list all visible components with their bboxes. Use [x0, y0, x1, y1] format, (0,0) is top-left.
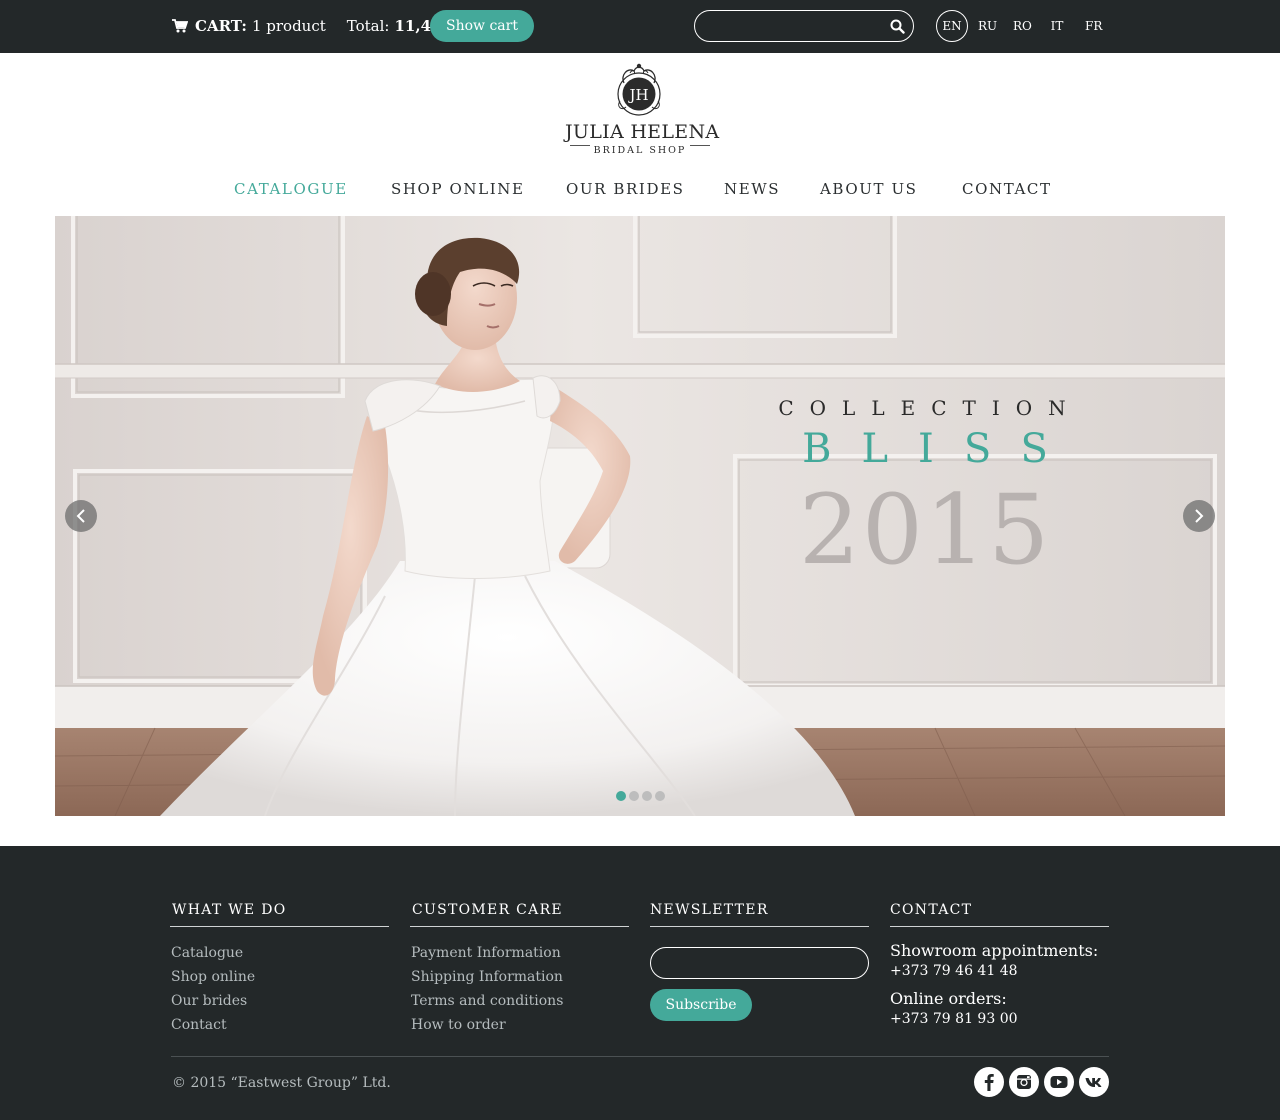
footer-link-our-brides[interactable]: Our brides [170, 991, 389, 1015]
footer-contact-title: CONTACT [890, 902, 1109, 927]
language-en[interactable]: EN [936, 10, 968, 42]
search-icon[interactable] [890, 19, 905, 34]
total-label: Total: [346, 17, 390, 35]
cart-label: CART: [195, 17, 247, 35]
facebook-icon [984, 1074, 994, 1091]
footer-link-payment[interactable]: Payment Information [410, 943, 629, 967]
facebook-link[interactable] [974, 1067, 1004, 1097]
instagram-icon [1017, 1075, 1031, 1089]
search-box [694, 10, 914, 42]
footer-contact: CONTACT Showroom appointments: +373 79 4… [890, 902, 1109, 1029]
nav-contact[interactable]: CONTACT [962, 180, 1052, 198]
showroom-phone[interactable]: +373 79 46 41 48 [890, 961, 1109, 981]
monogram-text: JH [627, 86, 648, 104]
brand-subtitle: BRIDAL SHOP [565, 145, 715, 156]
copyright: © 2015 “Eastwest Group” Ltd. [172, 1075, 391, 1091]
nav-catalogue[interactable]: CATALOGUE [234, 180, 348, 198]
language-ru[interactable]: RU [978, 10, 997, 42]
cart-icon [172, 19, 188, 33]
footer-link-contact[interactable]: Contact [170, 1015, 389, 1039]
footer-customer-care-title: CUSTOMER CARE [410, 902, 629, 927]
hero-slider: COLLECTION BLISS 2015 [55, 216, 1225, 816]
cart-count: 1 product [251, 17, 326, 35]
top-bar: CART: 1 product Total: 11,40 € Show cart… [0, 0, 1280, 53]
footer-divider [171, 1056, 1109, 1057]
slider-prev-button[interactable] [65, 500, 97, 532]
instagram-link[interactable] [1009, 1067, 1039, 1097]
language-it[interactable]: IT [1050, 10, 1064, 42]
vk-link[interactable] [1079, 1067, 1109, 1097]
language-ro[interactable]: RO [1013, 10, 1032, 42]
slider-dot-1[interactable] [616, 791, 626, 801]
slider-next-button[interactable] [1183, 500, 1215, 532]
footer-what-we-do-title: WHAT WE DO [170, 902, 389, 927]
nav-our-brides[interactable]: OUR BRIDES [566, 180, 685, 198]
caption-title: BLISS [802, 426, 1078, 472]
footer-link-terms[interactable]: Terms and conditions [410, 991, 629, 1015]
newsletter-email-input[interactable] [650, 947, 869, 979]
footer-link-shop-online[interactable]: Shop online [170, 967, 389, 991]
slider-dot-4[interactable] [655, 791, 665, 801]
site-logo[interactable]: JH JULIA HELENA BRIDAL SHOP [565, 61, 720, 157]
online-orders-phone[interactable]: +373 79 81 93 00 [890, 1009, 1109, 1029]
nav-about-us[interactable]: ABOUT US [820, 180, 918, 198]
footer-customer-care: CUSTOMER CARE Payment Information Shippi… [410, 902, 629, 1039]
search-input[interactable] [705, 15, 875, 37]
site-footer: WHAT WE DO Catalogue Shop online Our bri… [0, 846, 1280, 1120]
footer-newsletter: NEWSLETTER Subscribe [650, 902, 869, 1032]
footer-what-we-do: WHAT WE DO Catalogue Shop online Our bri… [170, 902, 389, 1039]
show-cart-button[interactable]: Show cart [430, 10, 534, 42]
brand-subtitle-text: BRIDAL SHOP [589, 145, 691, 156]
slider-dot-3[interactable] [642, 791, 652, 801]
chevron-left-icon [76, 509, 85, 523]
brand-name: JULIA HELENA [565, 121, 720, 143]
caption-collection: COLLECTION [778, 396, 1082, 420]
footer-newsletter-title: NEWSLETTER [650, 902, 869, 927]
caption-year: 2015 [798, 474, 1052, 586]
slider-dot-2[interactable] [629, 791, 639, 801]
slider-dots [616, 791, 668, 801]
footer-link-shipping[interactable]: Shipping Information [410, 967, 629, 991]
youtube-link[interactable] [1044, 1067, 1074, 1097]
subscribe-button[interactable]: Subscribe [650, 989, 752, 1021]
footer-link-catalogue[interactable]: Catalogue [170, 943, 389, 967]
showroom-label: Showroom appointments: [890, 941, 1099, 960]
chevron-right-icon [1195, 509, 1204, 523]
language-fr[interactable]: FR [1085, 10, 1102, 42]
cart-summary[interactable]: CART: 1 product Total: 11,40 € [172, 17, 457, 35]
vk-icon [1085, 1078, 1102, 1087]
main-nav: CATALOGUE SHOP ONLINE OUR BRIDES NEWS AB… [0, 180, 1280, 204]
online-orders-label: Online orders: [890, 989, 1007, 1008]
nav-news[interactable]: NEWS [724, 180, 780, 198]
footer-link-how-to-order[interactable]: How to order [410, 1015, 629, 1039]
monogram-emblem: JH [617, 63, 661, 116]
youtube-icon [1050, 1076, 1068, 1088]
nav-shop-online[interactable]: SHOP ONLINE [391, 180, 525, 198]
